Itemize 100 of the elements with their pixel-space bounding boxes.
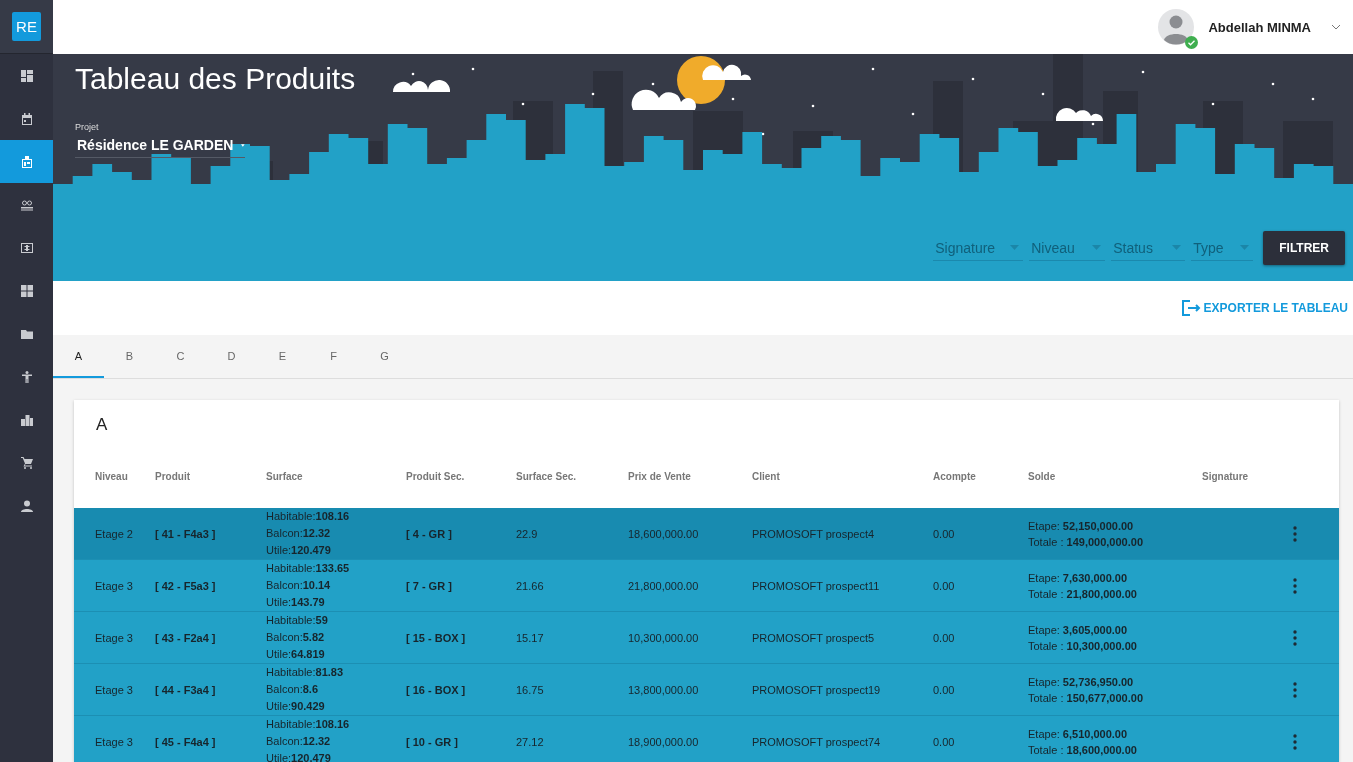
balance-line: Totale : 150,677,000.00 bbox=[1028, 690, 1144, 706]
caret-icon bbox=[1240, 245, 1250, 250]
more-options-icon[interactable] bbox=[1292, 733, 1297, 750]
column-header: Prix de Vente bbox=[628, 471, 692, 482]
table-row[interactable]: Etage 3 [ 44 - F3a4 ] Habitable:81.83 Balcon:8.6 Utile:90.429 [ 16 - BOX ] 16.75 13,800,000.00 PROMOSOFT prospect19 0.00 Etape: 52,736,950.00 Totale : 150,677,000.00 bbox=[74, 664, 1339, 716]
table-cell-text: PROMOSOFT prospect4 bbox=[752, 527, 876, 540]
table-cell-text: PROMOSOFT prospect5 bbox=[752, 631, 876, 644]
table-row[interactable]: Etage 2 [ 41 - F4a3 ] Habitable:108.16 Balcon:12.32 Utile:120.479 [ 4 - GR ] 22.9 18,600,000.00 PROMOSOFT prospect4 0.00 Etape: 52,150,000.00 Totale : 149,000,000.00 bbox=[74, 508, 1339, 560]
balance-line: Totale : 10,300,000.00 bbox=[1028, 638, 1138, 654]
table-cell-text: [ 15 - BOX ] bbox=[406, 631, 467, 644]
export-link[interactable]: EXPORTER LE TABLEAU bbox=[1181, 300, 1348, 316]
table-cell-text: 18,900,000.00 bbox=[628, 735, 700, 748]
column-header: Client bbox=[752, 471, 781, 482]
table-cell-text: 0.00 bbox=[933, 579, 956, 592]
more-options-icon[interactable] bbox=[1292, 577, 1297, 594]
column-header: Surface bbox=[266, 471, 304, 482]
table-cell-text: PROMOSOFT prospect74 bbox=[752, 735, 882, 748]
tab[interactable]: E bbox=[257, 335, 308, 378]
table-cell-text: 22.9 bbox=[516, 527, 539, 540]
table-cell-text: 10,300,000.00 bbox=[628, 631, 700, 644]
surface-line: Habitable:81.83 bbox=[266, 665, 345, 680]
caret-icon bbox=[1092, 245, 1102, 250]
table-cell-text: Etage 3 bbox=[95, 735, 134, 748]
table-cell-text: [ 10 - GR ] bbox=[406, 735, 459, 748]
more-options-icon[interactable] bbox=[1292, 525, 1297, 542]
table-row[interactable]: Etage 3 [ 43 - F2a4 ] Habitable:59 Balcon:5.82 Utile:64.819 [ 15 - BOX ] 15.17 10,300,000.00 PROMOSOFT prospect5 0.00 Etape: 3,605,000.00 Totale : 10,300,000.00 bbox=[74, 612, 1339, 664]
table-cell-text: Etage 3 bbox=[95, 683, 134, 696]
tab[interactable]: C bbox=[155, 335, 206, 378]
user-icon bbox=[20, 499, 33, 512]
balance-line: Etape: 52,736,950.00 bbox=[1028, 674, 1135, 690]
table-cell-text: Etage 3 bbox=[95, 579, 134, 592]
surface-line: Utile:120.479 bbox=[266, 751, 332, 762]
table-cell-text: [ 44 - F3a4 ] bbox=[155, 683, 217, 696]
table-cell-text: [ 45 - F4a4 ] bbox=[155, 735, 217, 748]
person-silhouette-icon bbox=[1158, 9, 1195, 45]
app-logo[interactable]: RE bbox=[12, 12, 41, 41]
tab[interactable]: A bbox=[53, 335, 104, 378]
table-cell-text: 27.12 bbox=[516, 735, 545, 748]
surface-line: Balcon:12.32 bbox=[266, 734, 332, 749]
balance-line: Etape: 7,630,000.00 bbox=[1028, 570, 1129, 586]
filter-button[interactable]: FILTRER bbox=[1263, 231, 1345, 265]
more-options-icon[interactable] bbox=[1292, 629, 1297, 646]
surface-line: Balcon:8.6 bbox=[266, 682, 319, 697]
grid-icon bbox=[20, 284, 33, 297]
table-cell-text: 16.75 bbox=[516, 683, 545, 696]
table-row[interactable]: Etage 3 [ 42 - F5a3 ] Habitable:133.65 Balcon:10.14 Utile:143.79 [ 7 - GR ] 21.66 21,800,000.00 PROMOSOFT prospect11 0.00 Etape: 7,630,000.00 Totale : 21,800,000.00 bbox=[74, 560, 1339, 612]
table-cell-text: 13,800,000.00 bbox=[628, 683, 700, 696]
table-cell-text: 0.00 bbox=[933, 527, 956, 540]
table-cell-text: PROMOSOFT prospect11 bbox=[752, 579, 881, 592]
table-cell-text: Etage 3 bbox=[95, 631, 134, 644]
surface-line: Habitable:108.16 bbox=[266, 509, 351, 524]
table-cell-text: 21,800,000.00 bbox=[628, 579, 700, 592]
table-cell-text: [ 42 - F5a3 ] bbox=[155, 579, 217, 592]
surface-line: Balcon:10.14 bbox=[266, 578, 332, 593]
surface-line: Utile:120.479 bbox=[266, 543, 332, 558]
balance-line: Totale : 21,800,000.00 bbox=[1028, 586, 1138, 602]
caret-icon bbox=[1172, 245, 1182, 250]
tab[interactable]: D bbox=[206, 335, 257, 378]
balance-line: Totale : 149,000,000.00 bbox=[1028, 534, 1144, 550]
balance-line: Etape: 52,150,000.00 bbox=[1028, 518, 1135, 534]
surface-line: Utile:64.819 bbox=[266, 647, 326, 662]
table-cell-text: PROMOSOFT prospect19 bbox=[752, 683, 882, 696]
surface-line: Balcon:5.82 bbox=[266, 630, 326, 645]
card-title: A bbox=[95, 414, 109, 436]
tab[interactable]: F bbox=[308, 335, 359, 378]
tab[interactable]: G bbox=[359, 335, 410, 378]
folder-icon bbox=[20, 327, 33, 340]
table-cell-text: 15.17 bbox=[516, 631, 545, 644]
table-cell-text: 18,600,000.00 bbox=[628, 527, 700, 540]
badge-icon bbox=[20, 155, 33, 168]
column-header: Niveau bbox=[95, 471, 129, 482]
more-options-icon[interactable] bbox=[1292, 681, 1297, 698]
chevron-down-icon[interactable] bbox=[1331, 24, 1341, 30]
table-cell-text: 0.00 bbox=[933, 735, 956, 748]
table-cell-text: 0.00 bbox=[933, 683, 956, 696]
surface-line: Habitable:108.16 bbox=[266, 717, 351, 732]
surface-line: Habitable:133.65 bbox=[266, 561, 351, 576]
column-header: Solde bbox=[1028, 471, 1057, 482]
surface-line: Utile:90.429 bbox=[266, 699, 326, 714]
column-header: Produit bbox=[155, 471, 191, 482]
table-cell-text: [ 4 - GR ] bbox=[406, 527, 453, 540]
project-select[interactable]: Projet Résidence LE GARDEN bbox=[75, 122, 245, 158]
page-title: Tableau des Produits bbox=[75, 62, 356, 96]
buildings-icon bbox=[20, 413, 33, 426]
table-cell-text: Etage 2 bbox=[95, 527, 134, 540]
user-name[interactable]: Abdellah MINMA bbox=[1208, 19, 1311, 35]
table-cell-text: [ 16 - BOX ] bbox=[406, 683, 467, 696]
calendar-icon bbox=[20, 112, 33, 125]
dashboard-icon bbox=[20, 69, 33, 82]
money-icon bbox=[20, 241, 33, 254]
people-icon bbox=[20, 198, 33, 211]
table-cell-text: 0.00 bbox=[933, 631, 956, 644]
table-row[interactable]: Etage 3 [ 45 - F4a4 ] Habitable:108.16 Balcon:12.32 Utile:120.479 [ 10 - GR ] 27.12 18,900,000.00 PROMOSOFT prospect74 0.00 Etape: 6,510,000.00 Totale : 18,600,000.00 bbox=[74, 716, 1339, 762]
tab[interactable]: B bbox=[104, 335, 155, 378]
column-header: Produit Sec. bbox=[406, 471, 466, 482]
balance-line: Etape: 3,605,000.00 bbox=[1028, 622, 1129, 638]
balance-line: Totale : 18,600,000.00 bbox=[1028, 742, 1138, 758]
column-header: Surface Sec. bbox=[516, 471, 578, 482]
column-header: Signature bbox=[1202, 471, 1250, 482]
surface-line: Utile:143.79 bbox=[266, 595, 326, 610]
